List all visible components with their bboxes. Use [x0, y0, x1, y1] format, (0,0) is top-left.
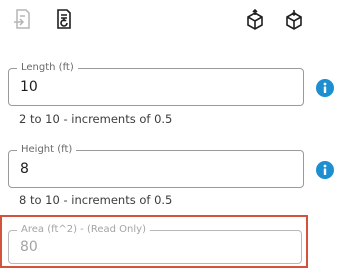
area-field: Area (ft^2) - (Read Only) 80 — [8, 223, 302, 264]
height-field[interactable]: Height (ft) 8 — [8, 143, 304, 188]
length-field[interactable]: Length (ft) 10 — [8, 61, 304, 106]
document-arrow-icon[interactable] — [10, 6, 36, 32]
area-value: 80 — [20, 239, 38, 255]
height-label: Height (ft) — [17, 143, 77, 157]
height-value[interactable]: 8 — [20, 160, 29, 178]
length-helper-text: 2 to 10 - increments of 0.5 — [19, 112, 173, 126]
length-info-icon[interactable] — [316, 79, 334, 97]
properties-panel: Length (ft) 10 2 to 10 - increments of 0… — [0, 0, 337, 271]
height-helper-text: 8 to 10 - increments of 0.5 — [19, 193, 173, 207]
document-refresh-icon[interactable] — [51, 6, 77, 32]
length-value[interactable]: 10 — [20, 78, 38, 96]
area-label: Area (ft^2) - (Read Only) — [17, 223, 150, 237]
height-info-icon[interactable] — [316, 161, 334, 179]
cube-download-icon[interactable] — [281, 7, 307, 33]
length-label: Length (ft) — [17, 61, 78, 75]
cube-upload-icon[interactable] — [242, 7, 268, 33]
